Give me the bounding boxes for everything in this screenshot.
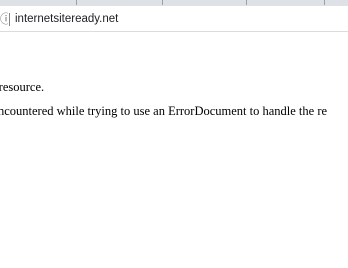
tab-divider	[246, 0, 247, 5]
address-bar[interactable]: ⓘ internetsiteready.net	[0, 6, 348, 32]
tab-divider	[162, 0, 163, 5]
forbidden-message: ccess this resource.	[0, 80, 45, 94]
url-text[interactable]: internetsiteready.net	[15, 11, 118, 27]
url-separator	[9, 13, 10, 26]
tab-divider	[324, 0, 325, 5]
tab-divider	[76, 0, 77, 5]
error-document-message: rror was encountered while trying to use…	[0, 104, 328, 118]
browser-window: ⓘ internetsiteready.net ccess this resou…	[0, 0, 348, 268]
info-icon[interactable]: ⓘ	[0, 11, 8, 27]
